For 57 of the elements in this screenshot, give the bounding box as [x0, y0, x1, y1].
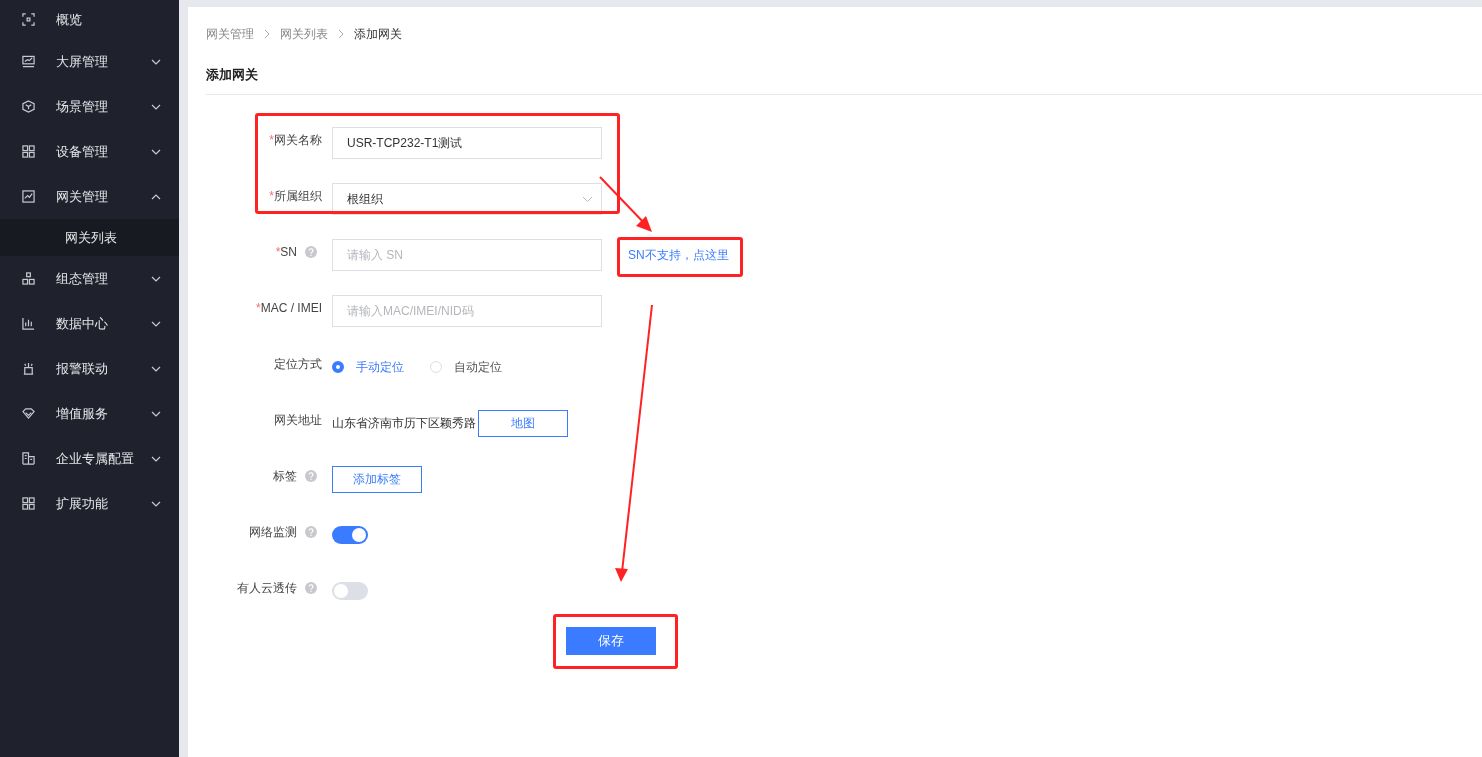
grid-icon: [22, 145, 35, 158]
text-field[interactable]: 请输入 SN: [332, 239, 602, 271]
sidebar-subitem[interactable]: 网关列表: [0, 219, 179, 256]
field-label: 有人云透传: [237, 579, 297, 597]
sidebar-item[interactable]: 增值服务: [0, 391, 179, 436]
sidebar-item[interactable]: 企业专属配置: [0, 436, 179, 481]
field-label: 定位方式: [274, 355, 322, 373]
sidebar-item[interactable]: 组态管理: [0, 256, 179, 301]
field-label: 网关地址: [274, 411, 322, 429]
diamond-icon: [22, 407, 35, 420]
select-field[interactable]: 根组织: [332, 183, 602, 215]
chevron-down-icon: [582, 195, 593, 203]
field-label: 网络监测: [249, 523, 297, 541]
annotation-arrow: [599, 176, 652, 232]
field-label: *网关名称: [269, 131, 322, 149]
field-label: *所属组织: [269, 187, 322, 205]
help-icon[interactable]: [305, 470, 317, 482]
field-label: 标签: [273, 467, 297, 485]
text-field[interactable]: USR-TCP232-T1测试: [332, 127, 602, 159]
breadcrumb-item[interactable]: 网关管理: [206, 25, 254, 43]
toggle-switch[interactable]: [332, 582, 368, 600]
sidebar-item[interactable]: 设备管理: [0, 129, 179, 174]
link[interactable]: SN不支持，点这里: [628, 246, 729, 264]
hierarchy-icon: [22, 272, 35, 285]
sidebar-item[interactable]: 数据中心: [0, 301, 179, 346]
help-icon[interactable]: [305, 526, 317, 538]
toggle-switch[interactable]: [332, 526, 368, 544]
chart-icon: [22, 190, 35, 203]
focus-frame-icon: [22, 13, 35, 26]
add-tag-button[interactable]: 添加标签: [332, 465, 422, 493]
tower-icon: [22, 362, 35, 375]
building-icon: [22, 452, 35, 465]
text-field[interactable]: 请输入MAC/IMEI/NID码: [332, 295, 602, 327]
cube-icon: [22, 100, 35, 113]
map-button[interactable]: 地图: [478, 409, 568, 437]
address-text: 山东省济南市历下区颖秀路: [332, 414, 476, 432]
sidebar-item[interactable]: 场景管理: [0, 84, 179, 129]
sidebar-item[interactable]: 报警联动: [0, 346, 179, 391]
sidebar-item[interactable]: 概览: [0, 0, 179, 39]
breadcrumb-item: 添加网关: [354, 25, 402, 43]
monitor-icon: [22, 55, 35, 68]
radio-option[interactable]: 手动定位: [332, 358, 404, 376]
breadcrumb-item[interactable]: 网关列表: [280, 25, 328, 43]
page-title: 添加网关: [206, 44, 1482, 95]
bar-chart-icon: [22, 317, 35, 330]
field-label: *SN: [275, 245, 297, 259]
help-icon[interactable]: [305, 582, 317, 594]
sidebar-item[interactable]: 大屏管理: [0, 39, 179, 84]
sidebar-item[interactable]: 网关管理: [0, 174, 179, 219]
help-icon[interactable]: [305, 246, 317, 258]
field-label: *MAC / IMEI: [256, 301, 322, 315]
chevron-right-icon: [338, 29, 344, 39]
save-button[interactable]: 保存: [566, 627, 656, 655]
grid-icon: [22, 497, 35, 510]
sidebar-item[interactable]: 扩展功能: [0, 481, 179, 526]
chevron-right-icon: [264, 29, 270, 39]
radio-option[interactable]: 自动定位: [430, 358, 502, 376]
